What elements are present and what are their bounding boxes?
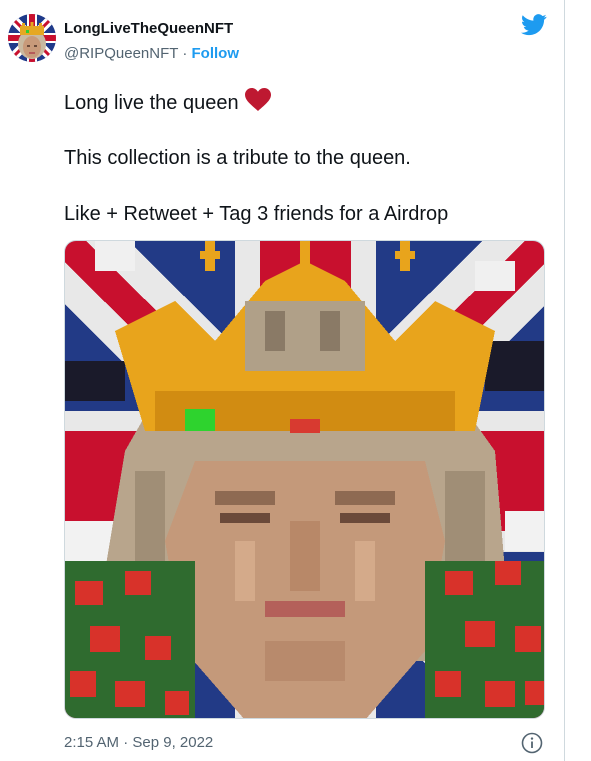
red-heart-icon xyxy=(244,88,271,118)
twitter-bird-icon[interactable] xyxy=(521,14,547,36)
tweet-text-line-3: Like + Retweet + Tag 3 friends for a Air… xyxy=(64,203,449,225)
tweet-media-image[interactable] xyxy=(64,240,545,719)
follow-button[interactable]: Follow xyxy=(192,45,240,62)
tweet-card: LongLiveTheQueenNFT @RIPQueenNFT · Follo… xyxy=(0,0,565,761)
avatar[interactable] xyxy=(8,14,56,62)
display-name[interactable]: LongLiveTheQueenNFT xyxy=(64,20,233,37)
user-handle[interactable]: @RIPQueenNFT xyxy=(64,45,178,62)
tweet-text-line-2: This collection is a tribute to the quee… xyxy=(64,147,411,169)
tweet-text-line-1: Long live the queen xyxy=(64,88,271,118)
tweet-timestamp[interactable]: 2:15 AM · Sep 9, 2022 xyxy=(64,734,213,751)
info-icon[interactable] xyxy=(521,732,543,754)
separator-dot: · xyxy=(182,45,188,62)
tweet-text-line-1-content: Long live the queen xyxy=(64,92,239,114)
handle-line: @RIPQueenNFT · Follow xyxy=(64,45,239,62)
